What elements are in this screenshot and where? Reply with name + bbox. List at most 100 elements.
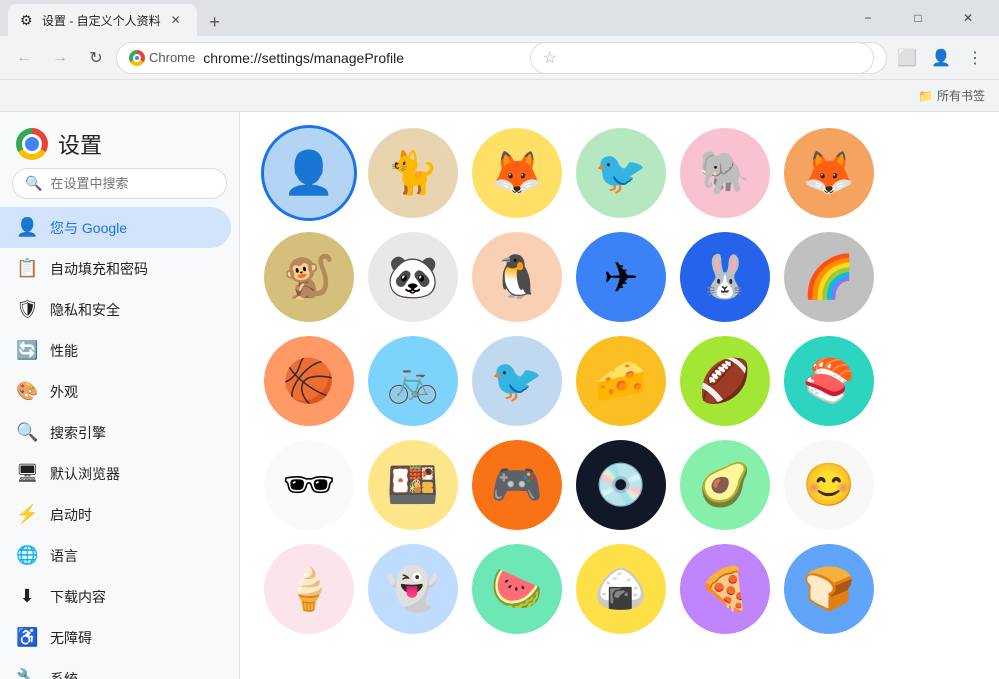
avatar-toast[interactable]: 🍞 [784, 544, 874, 634]
bookmarks-bar: 📁 所有书签 [0, 80, 999, 112]
avatar-elephant[interactable]: 🐘 [680, 128, 770, 218]
tab-close-button[interactable]: ✕ [167, 11, 185, 29]
sidebar-item-you-google[interactable]: 👤 您与 Google [0, 207, 231, 248]
avatar-paper-plane[interactable]: ✈ [576, 232, 666, 322]
sidebar-item-autofill[interactable]: 📋 自动填充和密码 [0, 248, 231, 289]
sidebar-icon-search-engine: 🔍 [16, 422, 38, 443]
sidebar-item-accessibility[interactable]: ♿ 无障碍 [0, 617, 231, 658]
new-tab-button[interactable]: + [201, 8, 229, 36]
avatar-basketball[interactable]: 🏀 [264, 336, 354, 426]
settings-search-input[interactable] [50, 176, 226, 191]
close-button[interactable]: ✕ [945, 2, 991, 34]
avatar-bunny[interactable]: 🐰 [680, 232, 770, 322]
sidebar-label-default-browser: 默认浏览器 [50, 464, 120, 484]
settings-search-box[interactable]: 🔍 [12, 168, 227, 199]
sidebar-label-you-google: 您与 Google [50, 218, 127, 238]
toolbar-right-buttons: ⬜ 👤 ⋮ [891, 42, 991, 74]
avatar-bicycle[interactable]: 🚲 [368, 336, 458, 426]
sidebar-label-search-engine: 搜索引擎 [50, 423, 106, 443]
titlebar: ⚙ 设置 - 自定义个人资料 ✕ + − □ ✕ [0, 0, 999, 36]
avatar-rainbow[interactable]: 🌈 [784, 232, 874, 322]
sidebar-label-downloads: 下载内容 [50, 587, 106, 607]
avatar-cheese[interactable]: 🧀 [576, 336, 666, 426]
forward-button[interactable]: → [44, 42, 76, 74]
sidebar-item-default-browser[interactable]: 🖥 默认浏览器 [0, 453, 231, 494]
avatar-grid: 👤🐈🦊🐦🐘🦊🐒🐼🐧✈🐰🌈🏀🚲🐦🧀🏈🍣🕶🍱🎮💿🥑😊🍦👻🍉🍙🍕🍞 [240, 112, 999, 650]
avatar-riceball[interactable]: 🍙 [576, 544, 666, 634]
sidebar-item-performance[interactable]: 🔄 性能 [0, 330, 231, 371]
avatar-monkey[interactable]: 🐒 [264, 232, 354, 322]
sidebar-label-performance: 性能 [50, 341, 78, 361]
search-icon: 🔍 [25, 175, 42, 192]
avatar-glasses[interactable]: 🕶 [264, 440, 354, 530]
content-area: 👤🐈🦊🐦🐘🦊🐒🐼🐧✈🐰🌈🏀🚲🐦🧀🏈🍣🕶🍱🎮💿🥑😊🍦👻🍉🍙🍕🍞 [240, 112, 999, 679]
avatar-vinyl[interactable]: 💿 [576, 440, 666, 530]
sidebar-icon-downloads: ⬇ [16, 586, 38, 607]
avatar-penguins[interactable]: 🐧 [472, 232, 562, 322]
minimize-button[interactable]: − [845, 2, 891, 34]
sidebar-label-autofill: 自动填充和密码 [50, 259, 148, 279]
sidebar-label-language: 语言 [50, 546, 78, 566]
sidebar-item-system[interactable]: 🔧 系统 [0, 658, 231, 679]
avatar-fox-sitting[interactable]: 🦊 [784, 128, 874, 218]
chrome-brand-icon: Chrome [129, 50, 195, 66]
sidebar-icon-default-browser: 🖥 [16, 463, 38, 484]
sidebar-label-appearance: 外观 [50, 382, 78, 402]
avatar-pizza[interactable]: 🍕 [680, 544, 770, 634]
sidebar-item-startup[interactable]: ⚡ 启动时 [0, 494, 231, 535]
avatar-football[interactable]: 🏈 [680, 336, 770, 426]
sidebar-icon-autofill: 📋 [16, 258, 38, 279]
avatar-cat[interactable]: 🐈 [368, 128, 458, 218]
back-button[interactable]: ← [8, 42, 40, 74]
sidebar-item-privacy[interactable]: 🛡 隐私和安全 [0, 289, 231, 330]
url-text: chrome://settings/manageProfile [203, 50, 521, 66]
avatar-sushi2[interactable]: 🍱 [368, 440, 458, 530]
sidebar-item-downloads[interactable]: ⬇ 下载内容 [0, 576, 231, 617]
maximize-button[interactable]: □ [895, 2, 941, 34]
avatar-gameboy[interactable]: 🎮 [472, 440, 562, 530]
sidebar-icon-performance: 🔄 [16, 340, 38, 361]
tab-favicon: ⚙ [20, 12, 36, 28]
folder-icon: 📁 [918, 89, 933, 103]
sidebar-nav: 👤 您与 Google 📋 自动填充和密码 🛡 隐私和安全 🔄 性能 🎨 外观 … [0, 207, 239, 679]
sidebar-icon-privacy: 🛡 [16, 299, 38, 320]
sidebar-item-appearance[interactable]: 🎨 外观 [0, 371, 231, 412]
avatar-origami-bird[interactable]: 🐦 [576, 128, 666, 218]
sidebar-icon-you-google: 👤 [16, 217, 38, 238]
bookmark-star-icon[interactable]: ☆ [530, 42, 874, 74]
avatar-bird-red[interactable]: 🐦 [472, 336, 562, 426]
sidebar-item-search-engine[interactable]: 🔍 搜索引擎 [0, 412, 231, 453]
avatar-icecream[interactable]: 🍦 [264, 544, 354, 634]
sidebar-label-system: 系统 [50, 669, 78, 679]
avatar-watermelon[interactable]: 🍉 [472, 544, 562, 634]
window-controls: − □ ✕ [845, 2, 991, 34]
avatar-panda[interactable]: 🐼 [368, 232, 458, 322]
avatar-avocado[interactable]: 🥑 [680, 440, 770, 530]
main-layout: 设置 🔍 👤 您与 Google 📋 自动填充和密码 🛡 隐私和安全 🔄 性能 … [0, 112, 999, 679]
avatar-ghost[interactable]: 👻 [368, 544, 458, 634]
profile-button[interactable]: 👤 [925, 42, 957, 74]
sidebar-label-startup: 启动时 [50, 505, 92, 525]
chrome-logo [16, 128, 48, 160]
avatar-origami-fox[interactable]: 🦊 [472, 128, 562, 218]
address-bar[interactable]: Chrome chrome://settings/manageProfile ☆ [116, 42, 887, 74]
sidebar-icon-appearance: 🎨 [16, 381, 38, 402]
sidebar-item-language[interactable]: 🌐 语言 [0, 535, 231, 576]
refresh-button[interactable]: ↻ [80, 42, 112, 74]
avatar-smile[interactable]: 😊 [784, 440, 874, 530]
avatar-person[interactable]: 👤 [264, 128, 354, 218]
sidebar-header: 设置 [0, 112, 239, 168]
active-tab[interactable]: ⚙ 设置 - 自定义个人资料 ✕ [8, 4, 197, 36]
sidebar-label-accessibility: 无障碍 [50, 628, 92, 648]
sidebar-icon-language: 🌐 [16, 545, 38, 566]
menu-button[interactable]: ⋮ [959, 42, 991, 74]
sidebar-icon-startup: ⚡ [16, 504, 38, 525]
folder-label: 所有书签 [937, 87, 985, 104]
bookmarks-folder[interactable]: 📁 所有书签 [912, 85, 991, 106]
cast-button[interactable]: ⬜ [891, 42, 923, 74]
avatar-sushi[interactable]: 🍣 [784, 336, 874, 426]
chrome-label: Chrome [149, 50, 195, 65]
sidebar-icon-system: 🔧 [16, 668, 38, 679]
tab-bar: ⚙ 设置 - 自定义个人资料 ✕ + [8, 0, 845, 36]
tab-title: 设置 - 自定义个人资料 [42, 12, 161, 29]
